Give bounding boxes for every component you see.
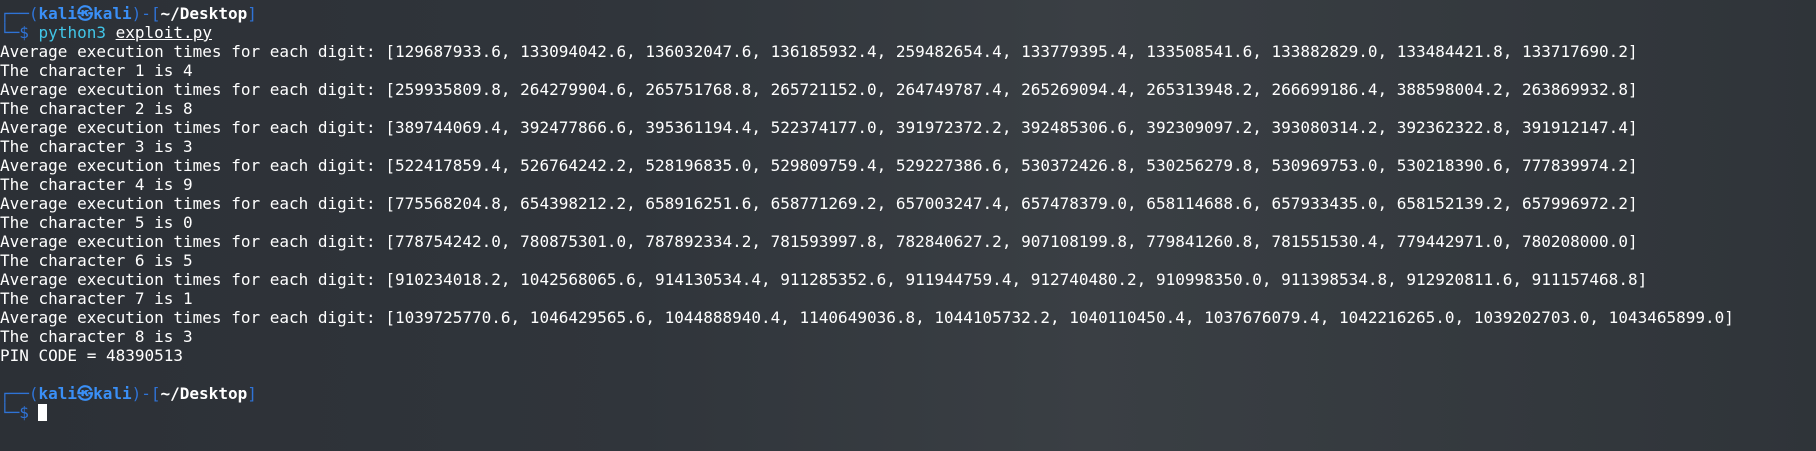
output-line: The character 6 is 5 <box>0 251 193 270</box>
prompt-host: kali <box>93 4 132 23</box>
prompt-path: ~/Desktop <box>160 4 248 23</box>
prompt-host: kali <box>93 384 132 403</box>
prompt-frame-top: ┌──( <box>0 384 39 403</box>
prompt-header-line: ┌──(kali㉿kali)-[~/Desktop] <box>0 384 1816 403</box>
prompt-at-symbol: ㉿ <box>77 4 94 23</box>
prompt-user: kali <box>38 4 78 23</box>
output-line: Average execution times for each digit: … <box>0 156 1638 175</box>
pin-code-line: PIN CODE = 48390513 <box>0 346 184 365</box>
prompt-dollar: $ <box>19 403 29 422</box>
text-cursor[interactable] <box>37 404 47 421</box>
output-line: The character 5 is 0 <box>0 213 193 232</box>
prompt-frame-top: ┌──( <box>0 4 39 23</box>
prompt-header-line: ┌──(kali㉿kali)-[~/Desktop] <box>0 4 1816 23</box>
prompt-user: kali <box>38 384 78 403</box>
terminal-window[interactable]: ┌──(kali㉿kali)-[~/Desktop] └─$ python3 e… <box>0 0 1816 451</box>
prompt-path: ~/Desktop <box>160 384 248 403</box>
prompt-at-symbol: ㉿ <box>77 384 94 403</box>
command-program: python3 <box>38 23 106 42</box>
prompt-frame-end: ] <box>247 384 257 403</box>
active-command-line[interactable]: └─$ <box>0 403 1816 422</box>
prompt-dollar: $ <box>19 23 29 42</box>
prompt-frame-end: ] <box>247 4 257 23</box>
command-line: └─$ python3 exploit.py <box>0 23 1816 42</box>
output-line: The character 1 is 4 <box>0 61 193 80</box>
output-line: Average execution times for each digit: … <box>0 118 1638 137</box>
output-line: Average execution times for each digit: … <box>0 80 1638 99</box>
output-line: The character 7 is 1 <box>0 289 193 308</box>
output-line: Average execution times for each digit: … <box>0 42 1638 61</box>
output-line: The character 2 is 8 <box>0 99 193 118</box>
output-line: Average execution times for each digit: … <box>0 308 1734 327</box>
output-line: The character 8 is 3 <box>0 327 193 346</box>
prompt-frame-mid: )-[ <box>131 4 161 23</box>
output-line: Average execution times for each digit: … <box>0 194 1638 213</box>
output-line: Average execution times for each digit: … <box>0 270 1648 289</box>
output-line: The character 3 is 3 <box>0 137 193 156</box>
prompt-frame-bottom: └─ <box>0 23 20 42</box>
output-line: Average execution times for each digit: … <box>0 232 1638 251</box>
prompt-frame-bottom: └─ <box>0 403 20 422</box>
command-argument: exploit.py <box>115 23 212 42</box>
output-line: The character 4 is 9 <box>0 175 193 194</box>
prompt-frame-mid: )-[ <box>131 384 161 403</box>
